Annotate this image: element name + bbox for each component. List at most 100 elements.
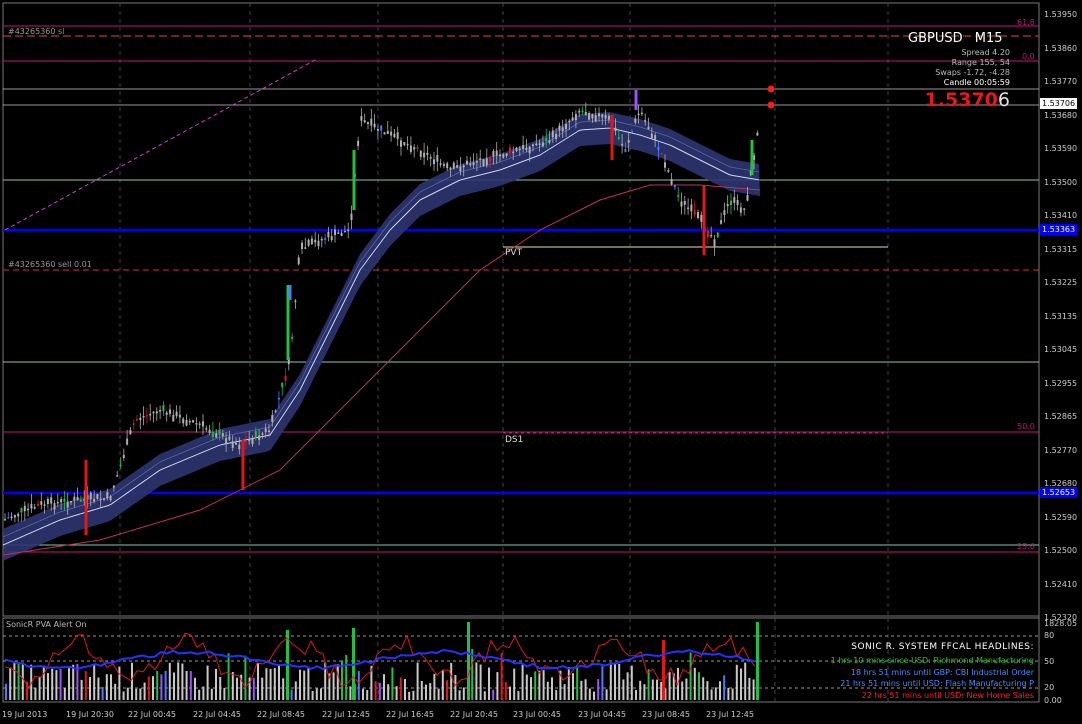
- volume-bar: [719, 681, 721, 700]
- volume-bar: [63, 687, 66, 700]
- time-tick: 23 Jul 04:45: [578, 710, 626, 719]
- volume-bar: [110, 674, 112, 700]
- price-tick: 1.53590: [1044, 144, 1078, 153]
- volume-bar: [479, 664, 482, 700]
- highlight-candle: [750, 140, 754, 175]
- current-price-box: 1.53706: [1040, 98, 1078, 109]
- volume-bar: [584, 679, 587, 700]
- candle-body: [60, 499, 63, 503]
- volume-bar: [252, 677, 255, 700]
- candle-body: [185, 419, 188, 426]
- volume-bar: [601, 666, 604, 700]
- candle-body: [462, 165, 465, 168]
- order-sl-label[interactable]: #43265360 sl: [8, 27, 64, 36]
- volume-bar: [735, 664, 738, 700]
- alert-dot: [767, 101, 775, 109]
- volume-bar: [693, 667, 696, 700]
- volume-bar: [311, 690, 314, 700]
- volume-bar: [122, 691, 125, 700]
- candle-body: [70, 501, 72, 503]
- candle-body: [221, 433, 224, 437]
- candle-body: [376, 128, 379, 131]
- candle-body: [248, 439, 251, 442]
- candle-body: [231, 441, 234, 448]
- order-sell-label[interactable]: #43265360 sell 0.01: [8, 260, 92, 269]
- volume-bar: [752, 679, 755, 700]
- candle-body: [607, 115, 610, 120]
- candle-body: [736, 200, 739, 206]
- volume-bar: [105, 674, 108, 700]
- volume-bar: [698, 672, 700, 700]
- candle-body: [17, 513, 20, 517]
- volume-bar: [437, 688, 440, 700]
- candle-body: [195, 423, 198, 425]
- price-chart[interactable]: [0, 0, 1082, 724]
- live-price: 1.53706: [925, 89, 1010, 111]
- volume-bar: [517, 691, 520, 700]
- volume-spike: [662, 640, 665, 700]
- candle-body: [56, 501, 59, 504]
- candle-body: [627, 140, 630, 143]
- candle-body: [284, 375, 287, 381]
- volume-bar: [34, 687, 37, 700]
- volume-bar: [740, 668, 742, 700]
- candle-body: [746, 195, 749, 201]
- candle-body: [334, 229, 336, 235]
- volume-bar: [261, 677, 264, 700]
- volume-bar: [189, 671, 192, 700]
- candle-body: [347, 229, 350, 232]
- candle-body: [169, 409, 171, 414]
- volume-bar: [332, 672, 335, 700]
- volume-bar: [567, 666, 570, 700]
- candle-body: [654, 135, 657, 141]
- volume-bar: [622, 679, 625, 700]
- candle-body: [20, 507, 23, 513]
- volume-bar: [320, 688, 322, 700]
- spread-text: Spread 4.20: [961, 48, 1010, 57]
- volume-bar: [668, 672, 671, 700]
- volume-bar: [727, 687, 730, 700]
- volume-bar: [290, 689, 293, 700]
- candle-body: [419, 150, 422, 157]
- volume-spike: [756, 622, 759, 700]
- volume-bar: [227, 653, 230, 700]
- candle-body: [594, 115, 597, 122]
- fib-50-label: 50.0: [1017, 422, 1035, 431]
- candle-body: [502, 154, 505, 158]
- candle-body: [756, 132, 759, 136]
- candle-body: [142, 415, 145, 418]
- candle-body: [208, 429, 211, 434]
- volume-bar: [647, 669, 650, 700]
- volume-bar: [551, 677, 553, 700]
- candle-body: [122, 454, 125, 458]
- volume-bar: [429, 683, 432, 700]
- volume-bar: [13, 663, 16, 700]
- candle-body: [63, 498, 66, 502]
- candle-body: [617, 137, 620, 139]
- candle-body: [350, 213, 353, 221]
- volume-bar: [244, 655, 247, 700]
- candle-body: [202, 421, 204, 427]
- candle-body: [46, 498, 49, 505]
- volume-bar: [357, 671, 360, 700]
- candle-body: [343, 230, 346, 233]
- volume-bar: [399, 677, 402, 700]
- volume-bar: [513, 668, 516, 700]
- volume-bar: [542, 670, 545, 700]
- volume-bar: [55, 670, 58, 700]
- candle-body: [93, 499, 96, 502]
- candle-body: [551, 130, 554, 138]
- volume-bar: [219, 677, 222, 700]
- candle-body: [390, 131, 393, 136]
- candle-body: [380, 125, 383, 131]
- candle-body: [116, 475, 119, 477]
- candle-body: [591, 114, 594, 119]
- candle-body: [604, 114, 607, 119]
- volume-bar: [441, 670, 444, 700]
- volume-bar: [173, 672, 175, 700]
- candle-body: [697, 211, 699, 218]
- candle-body: [515, 147, 518, 151]
- price-tick: 1.52410: [1044, 579, 1078, 589]
- volume-bar: [143, 682, 146, 700]
- timeframe-label: M15: [974, 31, 1003, 46]
